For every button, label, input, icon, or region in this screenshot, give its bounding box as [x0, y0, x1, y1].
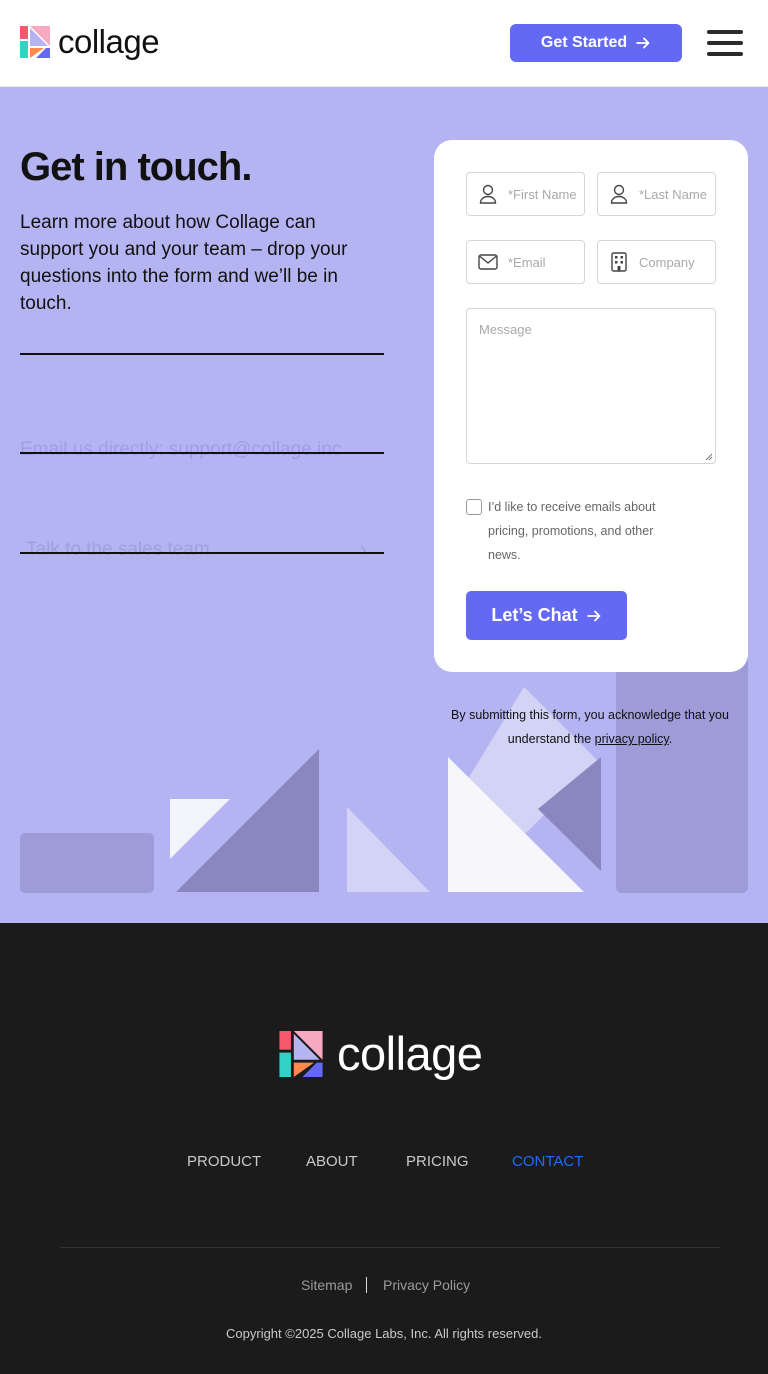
email-direct-link[interactable]: Email us directly: support@collage.inc — [20, 439, 341, 461]
get-started-button[interactable]: Get Started — [510, 24, 682, 62]
privacy-policy-footer-link[interactable]: Privacy Policy — [383, 1277, 470, 1293]
site-header: collage Get Started — [0, 0, 768, 87]
lets-chat-label: Let’s Chat — [491, 605, 578, 625]
privacy-policy-link[interactable]: privacy policy — [595, 732, 669, 746]
site-footer: collage PRODUCT ABOUT PRICING CONTACT Si… — [0, 923, 768, 1374]
lets-chat-button[interactable]: Let’s Chat — [466, 591, 627, 640]
company-placeholder: Company — [639, 254, 695, 270]
company-field[interactable]: Company — [597, 240, 716, 284]
arrow-right-icon — [636, 37, 650, 49]
footer-logo-text: collage — [337, 1027, 483, 1080]
consent-checkbox[interactable] — [466, 499, 482, 515]
footer-nav-pricing[interactable]: PRICING — [406, 1153, 469, 1170]
get-started-label: Get Started — [540, 34, 628, 51]
message-textarea[interactable]: Message — [466, 308, 716, 464]
link-separator — [366, 1277, 367, 1293]
intro-text: Learn more about how Collage can support… — [20, 212, 348, 314]
envelope-icon — [477, 251, 499, 273]
ack-period: . — [668, 732, 673, 746]
email-field[interactable]: *Email — [466, 240, 585, 284]
person-icon — [608, 183, 630, 205]
logo-text: collage — [58, 23, 160, 60]
arrow-right-icon — [586, 610, 601, 621]
header-logo[interactable]: collage — [20, 23, 160, 60]
consent-label: I’d like to receive emails about pricing… — [488, 500, 656, 562]
contact-section: Get in touch. Learn more about how Colla… — [0, 87, 768, 923]
form-acknowledgement: By submitting this form, you acknowledge… — [440, 703, 740, 751]
footer-nav-about[interactable]: ABOUT — [306, 1153, 358, 1170]
contact-form: *First Name *Last Name *Email Company Me… — [434, 140, 748, 672]
footer-divider — [60, 1247, 720, 1248]
divider — [20, 452, 384, 454]
footer-logo[interactable]: collage — [279, 1027, 483, 1080]
divider — [20, 353, 384, 355]
chevron-right-icon: › — [360, 539, 367, 561]
person-icon — [477, 183, 499, 205]
last-name-field[interactable]: *Last Name — [597, 172, 716, 216]
first-name-field[interactable]: *First Name — [466, 172, 585, 216]
sales-team-link[interactable]: Talk to the sales team — [26, 539, 210, 561]
last-name-placeholder: *Last Name — [639, 186, 707, 202]
resize-handle-icon[interactable] — [705, 453, 713, 461]
footer-nav-product[interactable]: PRODUCT — [187, 1153, 261, 1170]
sitemap-link[interactable]: Sitemap — [301, 1277, 352, 1293]
first-name-placeholder: *First Name — [508, 186, 577, 202]
ack-text: By submitting this form, you acknowledge… — [451, 708, 729, 746]
email-placeholder: *Email — [508, 254, 546, 270]
hamburger-icon[interactable] — [707, 30, 743, 56]
collage-logo-icon — [20, 26, 50, 58]
collage-logo-icon — [279, 1031, 323, 1077]
page-title: Get in touch. — [20, 145, 252, 189]
divider — [20, 552, 384, 554]
building-icon — [608, 251, 630, 273]
message-placeholder: Message — [479, 322, 532, 337]
footer-nav-contact[interactable]: CONTACT — [512, 1153, 583, 1170]
copyright: Copyright ©2025 Collage Labs, Inc. All r… — [226, 1326, 542, 1341]
